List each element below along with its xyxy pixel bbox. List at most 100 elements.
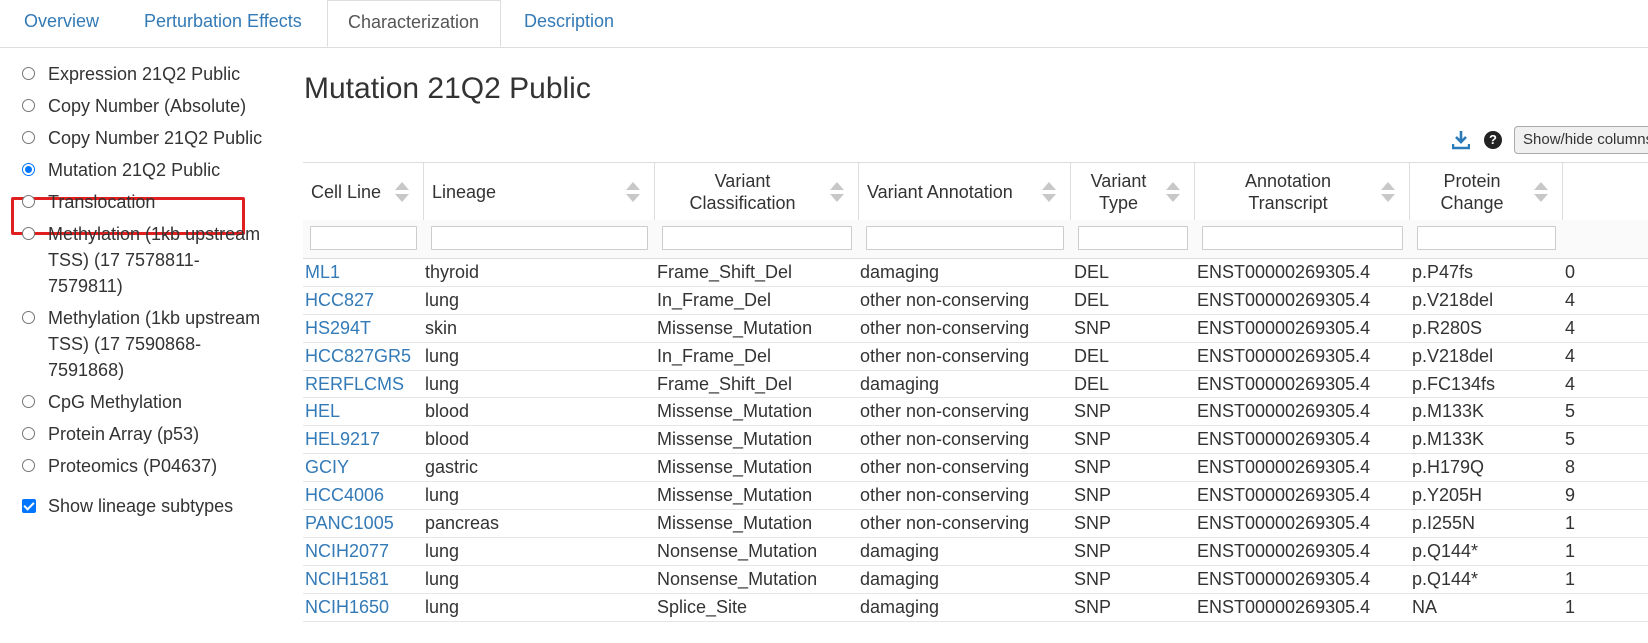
radio-button[interactable] xyxy=(22,227,35,240)
sort-icon[interactable] xyxy=(626,181,640,202)
column-header-text: Change xyxy=(1440,192,1504,213)
table-cell: 1 xyxy=(1565,568,1576,589)
table-cell: p.M133K xyxy=(1412,401,1485,422)
cell-line-link[interactable]: HCC827 xyxy=(305,287,374,313)
column-filter-input[interactable] xyxy=(1202,226,1403,250)
column-header[interactable]: Variant Type xyxy=(1071,163,1195,220)
dataset-option-label-line: 7579811) xyxy=(48,276,123,296)
dataset-option[interactable]: Proteomics (P04637) xyxy=(22,453,217,479)
radio-button[interactable] xyxy=(22,131,35,144)
table-cell: blood xyxy=(425,429,470,450)
dataset-option[interactable]: CpG Methylation xyxy=(22,389,182,415)
cell-line-link[interactable]: HS294T xyxy=(305,315,371,341)
show-hide-columns-button[interactable]: Show/hide columns xyxy=(1514,126,1648,154)
dataset-option[interactable]: Methylation (1kb upstream TSS) (17 759086… xyxy=(22,305,260,383)
sort-icon[interactable] xyxy=(1042,181,1056,202)
table-cell: 4 xyxy=(1565,317,1576,338)
table-cell: other non-conserving xyxy=(860,513,1030,534)
table-cell: DEL xyxy=(1074,262,1110,282)
cell-line-link[interactable]: GCIY xyxy=(305,454,349,480)
show-lineage-subtypes-label: Show lineage subtypes xyxy=(48,496,234,516)
table-row: HCC4006 lung Missense_Mutation other non-co… xyxy=(303,482,1648,511)
table-row: HCC827GR5 lung In_Frame_Del other non-conse… xyxy=(303,343,1648,371)
download-icon[interactable] xyxy=(1452,130,1470,150)
sort-icon[interactable] xyxy=(395,181,409,202)
dataset-option[interactable]: Expression 21Q2 Public xyxy=(22,61,240,87)
table-row: NCIH1581 lung Nonsense_Mutation damaging SNP… xyxy=(303,566,1648,594)
table-cell: 4 xyxy=(1565,373,1576,394)
tab-perturbation-effects[interactable]: Perturbation Effects xyxy=(144,0,302,46)
column-filter-input[interactable] xyxy=(431,226,648,250)
table-cell: ENST00000269305.4 xyxy=(1197,373,1371,394)
dataset-option-label: Expression 21Q2 Public xyxy=(48,64,241,84)
sort-icon[interactable] xyxy=(1381,181,1395,202)
table-row: HEL9217 blood Missense_Mutation other non-c… xyxy=(303,426,1648,455)
cell-line-link[interactable]: HCC4006 xyxy=(305,482,384,508)
tab-characterization[interactable]: Characterization xyxy=(327,0,501,47)
table-cell: 5 xyxy=(1565,401,1576,422)
page-title: Mutation 21Q2 Public xyxy=(304,72,591,105)
column-filter-input[interactable] xyxy=(866,226,1064,250)
column-filter-input[interactable] xyxy=(1417,226,1556,250)
radio-button[interactable] xyxy=(22,311,35,324)
checkbox-checked[interactable] xyxy=(22,499,36,513)
table-cell: lung xyxy=(425,289,460,310)
sort-icon[interactable] xyxy=(830,181,844,202)
table-cell: ENST00000269305.4 xyxy=(1197,513,1371,534)
dataset-option[interactable]: Translocation xyxy=(22,189,155,215)
table-cell: ENST00000269305.4 xyxy=(1197,568,1371,589)
dataset-option-label-line: TSS) (17 7590868- xyxy=(48,334,202,354)
column-header-label: Annotation Transcript xyxy=(1195,170,1381,214)
radio-button[interactable] xyxy=(22,99,35,112)
dataset-option-label: Methylation (1kb upstream TSS) (17 757881… xyxy=(48,221,260,299)
table-cell: Missense_Mutation xyxy=(657,457,813,478)
radio-button[interactable] xyxy=(22,395,35,408)
table-cell: p.M133K xyxy=(1412,429,1485,450)
cell-line-link[interactable]: HEL9217 xyxy=(305,426,380,452)
radio-selected[interactable] xyxy=(22,163,35,176)
column-header[interactable]: Protein Change xyxy=(1410,163,1563,220)
table-cell: other non-conserving xyxy=(860,429,1030,450)
radio-button[interactable] xyxy=(22,195,35,208)
dataset-option[interactable]: Mutation 21Q2 Public xyxy=(22,157,220,183)
table-body: ML1 thyroid Frame_Shift_Del damaging DEL ENST… xyxy=(303,259,1648,622)
dataset-option[interactable]: Protein Array (p53) xyxy=(22,421,199,447)
column-header-text: Cell Line xyxy=(311,181,382,202)
dataset-option-label: Mutation 21Q2 Public xyxy=(48,160,221,180)
dataset-option-label-line: 7591868) xyxy=(48,360,125,380)
radio-button[interactable] xyxy=(22,427,35,440)
column-header[interactable]: Annotation Transcript xyxy=(1195,163,1410,220)
radio-button[interactable] xyxy=(22,67,35,80)
cell-line-link[interactable]: NCIH1581 xyxy=(305,566,389,592)
column-header[interactable]: Variant Annotation xyxy=(859,163,1071,220)
column-header-text: Protein xyxy=(1443,170,1501,191)
cell-line-link[interactable]: PANC1005 xyxy=(305,510,394,536)
column-header[interactable]: Cell Line xyxy=(303,163,424,220)
dataset-option[interactable]: Copy Number (Absolute) xyxy=(22,93,246,119)
cell-line-link[interactable]: RERFLCMS xyxy=(305,371,404,397)
column-filter-input[interactable] xyxy=(310,226,417,250)
sort-icon[interactable] xyxy=(1534,181,1548,202)
table-cell: lung xyxy=(425,345,460,366)
dataset-option[interactable]: Copy Number 21Q2 Public xyxy=(22,125,262,151)
cell-line-link[interactable]: HEL xyxy=(305,398,340,424)
cell-line-link[interactable]: HCC827GR5 xyxy=(305,343,411,369)
cell-line-link[interactable]: NCIH2077 xyxy=(305,538,389,564)
column-filter-input[interactable] xyxy=(1078,226,1188,250)
cell-line-link[interactable]: NCIH1650 xyxy=(305,594,389,620)
table-row: NCIH2077 lung Nonsense_Mutation damaging SNP… xyxy=(303,538,1648,566)
sort-icon[interactable] xyxy=(1166,181,1180,202)
tab-description[interactable]: Description xyxy=(524,0,614,46)
show-lineage-subtypes-checkbox[interactable]: Show lineage subtypes xyxy=(22,493,233,519)
help-icon[interactable]: ? xyxy=(1484,131,1502,149)
column-filter-input[interactable] xyxy=(662,226,852,250)
column-header[interactable]: Lineage xyxy=(424,163,655,220)
table-cell: Missense_Mutation xyxy=(657,317,813,338)
table-cell: p.I255N xyxy=(1412,513,1476,534)
radio-button[interactable] xyxy=(22,459,35,472)
cell-line-link[interactable]: ML1 xyxy=(305,259,340,285)
column-header-text: Type xyxy=(1098,192,1139,213)
column-header[interactable]: Variant Classification xyxy=(655,163,859,220)
dataset-option[interactable]: Methylation (1kb upstream TSS) (17 757881… xyxy=(22,221,260,299)
tab-overview[interactable]: Overview xyxy=(24,0,99,46)
